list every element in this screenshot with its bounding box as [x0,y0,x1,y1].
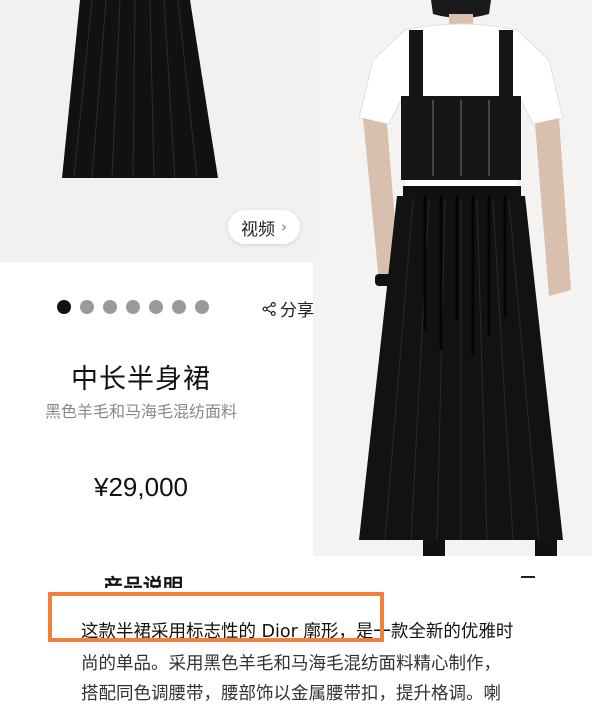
product-image-skirt[interactable]: 视频 › [0,0,318,262]
description-line: 搭配同色调腰带，腰部饰以金属腰带扣，提升格调。喇 [81,684,501,704]
carousel-dot[interactable] [80,300,94,314]
carousel-indicator [57,300,209,314]
description-line: 尚的单品。采用黑色羊毛和马海毛混纺面料精心制作， [81,654,501,674]
carousel-dot[interactable] [126,300,140,314]
carousel-dot[interactable] [195,300,209,314]
carousel-dot[interactable] [149,300,163,314]
video-button[interactable]: 视频 › [228,210,300,244]
share-button[interactable]: 分享 [262,296,314,321]
chevron-right-icon: › [281,218,287,236]
carousel-dot[interactable] [103,300,117,314]
description-heading[interactable]: 产品说明 [103,570,183,588]
product-image-model[interactable] [313,0,592,560]
product-subtitle: 黑色羊毛和马海毛混纺面料 [44,402,237,421]
share-icon [262,301,276,316]
carousel-dot-active[interactable] [57,300,71,314]
model-illustration [313,0,592,560]
highlight-box [48,592,384,642]
share-label: 分享 [280,301,314,321]
product-price: ¥29,000 [94,472,188,502]
video-label: 视频 [241,219,275,240]
product-title: 中长半身裙 [71,364,211,395]
minus-icon[interactable] [521,576,535,578]
carousel-dot[interactable] [172,300,186,314]
